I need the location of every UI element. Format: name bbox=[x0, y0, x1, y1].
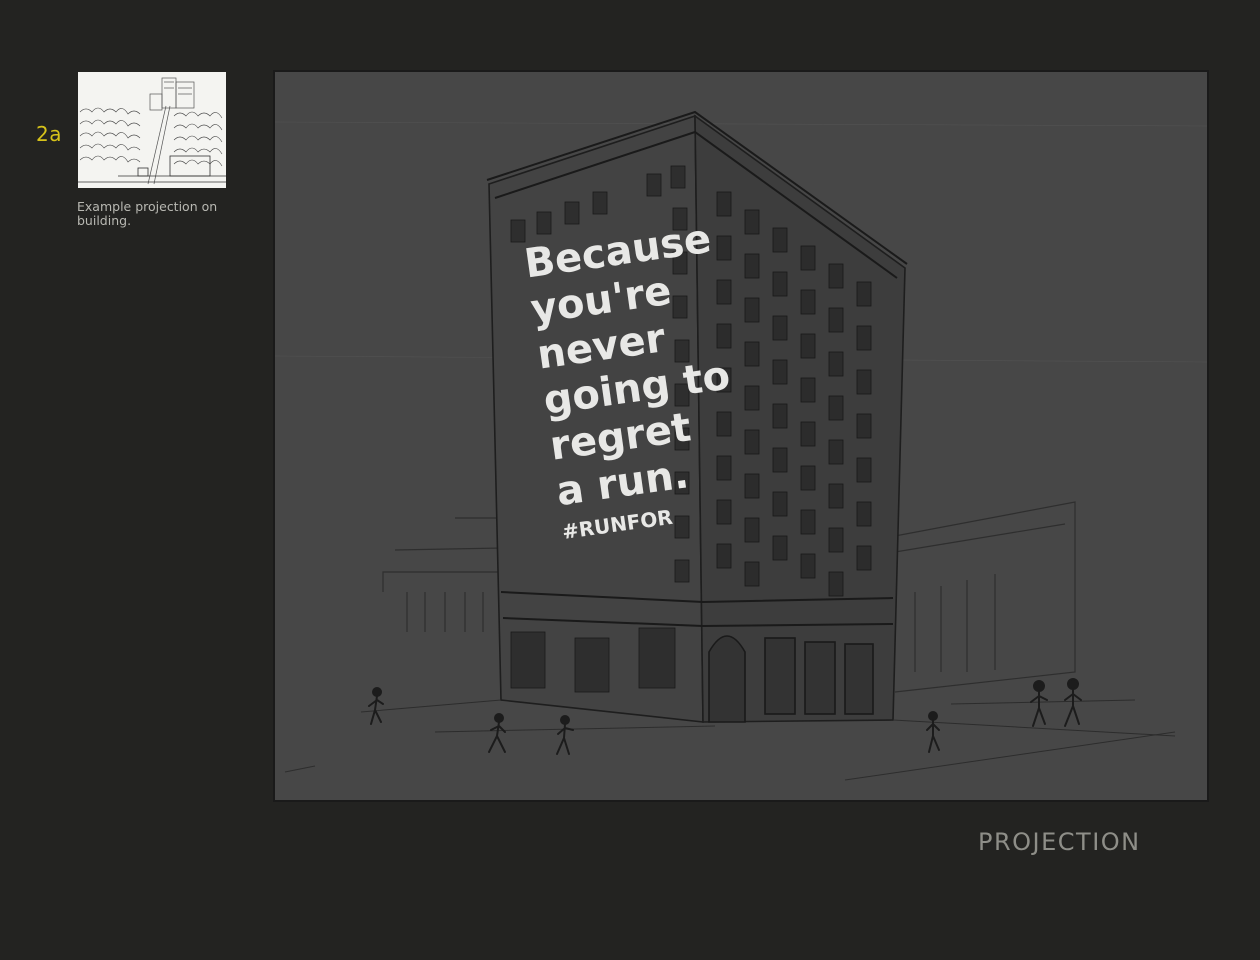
window bbox=[716, 499, 732, 525]
window bbox=[856, 413, 872, 439]
window bbox=[800, 553, 816, 579]
window bbox=[800, 465, 816, 491]
window bbox=[772, 271, 788, 297]
window bbox=[744, 209, 760, 235]
section-title: PROJECTION bbox=[978, 828, 1141, 856]
window bbox=[744, 517, 760, 543]
window bbox=[772, 403, 788, 429]
building-sketch: Because you're never going to regret a r… bbox=[275, 110, 1207, 781]
window bbox=[800, 245, 816, 271]
window bbox=[772, 359, 788, 385]
window bbox=[828, 527, 844, 553]
slide-number: 2a bbox=[36, 122, 62, 146]
window bbox=[772, 491, 788, 517]
window bbox=[716, 279, 732, 305]
window bbox=[828, 439, 844, 465]
window bbox=[744, 253, 760, 279]
window bbox=[856, 457, 872, 483]
window bbox=[744, 561, 760, 587]
thumbnail-caption: Example projection on building. bbox=[77, 199, 218, 228]
window bbox=[772, 535, 788, 561]
window bbox=[716, 411, 732, 437]
window bbox=[856, 501, 872, 527]
window bbox=[828, 351, 844, 377]
window bbox=[828, 263, 844, 289]
window bbox=[716, 235, 732, 261]
window bbox=[856, 325, 872, 351]
window bbox=[744, 429, 760, 455]
window bbox=[800, 509, 816, 535]
window bbox=[828, 307, 844, 333]
window bbox=[800, 333, 816, 359]
window bbox=[744, 341, 760, 367]
window bbox=[744, 297, 760, 323]
window bbox=[800, 421, 816, 447]
window bbox=[772, 227, 788, 253]
window bbox=[744, 473, 760, 499]
window bbox=[716, 543, 732, 569]
window bbox=[716, 455, 732, 481]
window bbox=[800, 289, 816, 315]
window bbox=[856, 281, 872, 307]
window bbox=[856, 545, 872, 571]
window bbox=[772, 447, 788, 473]
thumbnail-drawing bbox=[78, 72, 226, 188]
window bbox=[800, 377, 816, 403]
window bbox=[716, 323, 732, 349]
window bbox=[856, 369, 872, 395]
window bbox=[716, 191, 732, 217]
window bbox=[772, 315, 788, 341]
window bbox=[828, 395, 844, 421]
thumbnail-sketch[interactable] bbox=[78, 72, 226, 188]
projection-sketch: Because you're never going to regret a r… bbox=[273, 70, 1209, 802]
window bbox=[828, 483, 844, 509]
window bbox=[744, 385, 760, 411]
window bbox=[828, 571, 844, 597]
